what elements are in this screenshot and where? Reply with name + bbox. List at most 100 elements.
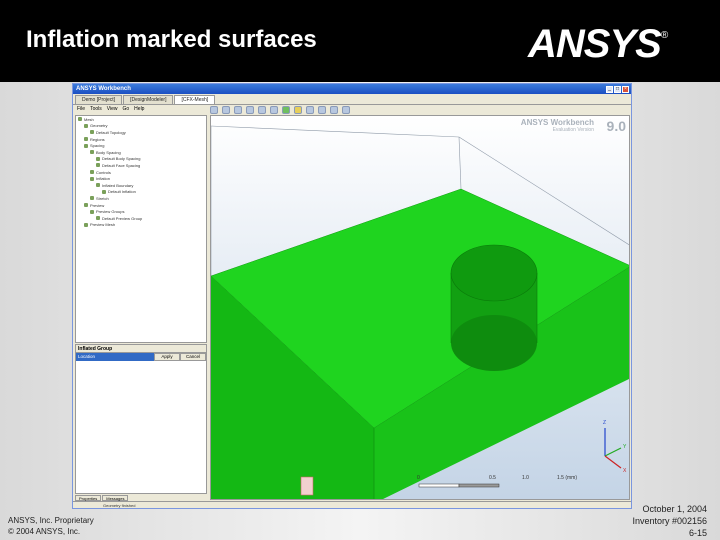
tree-item[interactable]: Default Inflation (76, 189, 206, 196)
scale-label: 0.5 (489, 475, 496, 481)
details-title: Inflated Group (76, 345, 206, 353)
tree-item[interactable]: Geometry (76, 123, 206, 130)
zoom-icon[interactable] (246, 106, 254, 114)
controls-icon (90, 170, 94, 175)
topology-icon (90, 130, 94, 135)
proprietary-note: ANSYS, Inc. Proprietary (8, 516, 94, 525)
window-controls: _ □ × (606, 85, 631, 93)
tree-item[interactable]: Mesh (76, 116, 206, 123)
window-title: ANSYS Workbench (76, 86, 131, 92)
cancel-button[interactable]: Cancel (180, 353, 206, 361)
tree-item[interactable]: Default Preview Group (76, 215, 206, 222)
footer-right: October 1, 2004 Inventory #002156 6-15 (632, 503, 707, 539)
edge-select-icon[interactable] (330, 106, 338, 114)
spacing-icon (84, 143, 88, 148)
tab-designmodeler[interactable]: [DesignModeler] (123, 95, 174, 104)
preview-groups-icon (90, 209, 94, 214)
tree-item[interactable]: Preview (76, 202, 206, 209)
details-row: Location Apply Cancel (76, 353, 206, 361)
graphics-viewport[interactable]: ANSYS Workbench Evaluation Version 9.0 0… (210, 115, 630, 500)
body-spacing-icon (96, 156, 100, 161)
workbench-window: ANSYS Workbench _ □ × Demo [Project] [De… (72, 83, 632, 509)
preview-group-icon (96, 216, 100, 221)
face-spacing-icon (96, 163, 100, 168)
tab-project[interactable]: Demo [Project] (75, 95, 123, 104)
axis-label-x: X (623, 468, 627, 474)
watermark-edition: Evaluation Version (552, 127, 594, 133)
body-spacing-icon (90, 150, 94, 155)
minimize-button[interactable]: _ (606, 85, 613, 93)
scale-label: 1.5 (mm) (557, 475, 577, 481)
menu-go[interactable]: Go (123, 105, 130, 114)
rotate-icon[interactable] (222, 106, 230, 114)
copyright-note: © 2004 ANSYS, Inc. (8, 527, 81, 536)
slide-title: Inflation marked surfaces (26, 26, 317, 53)
inflation-icon (102, 189, 106, 194)
slide-header: Inflation marked surfaces ANSYS® (0, 0, 720, 82)
select-icon[interactable] (210, 106, 218, 114)
fit-icon[interactable] (270, 106, 278, 114)
footer-left: ANSYS, Inc. Proprietary © 2004 ANSYS, In… (8, 515, 94, 537)
tree-item[interactable]: Default Face Spacing (76, 162, 206, 169)
logo-registered-mark: ® (660, 30, 669, 41)
tree-item[interactable]: Preview Groups (76, 208, 206, 215)
footer-date: October 1, 2004 (642, 504, 707, 514)
menu-tools[interactable]: Tools (90, 105, 102, 114)
inflation-icon (90, 176, 94, 181)
tab-cfx-mesh[interactable]: [CFX-Mesh] (174, 95, 216, 104)
generate-mesh-icon[interactable] (282, 106, 290, 114)
tree-item[interactable]: Stretch (76, 195, 206, 202)
footer-page-number: 6-15 (688, 528, 707, 538)
axis-label-y: Y (623, 444, 627, 450)
tree-item[interactable]: Controls (76, 169, 206, 176)
tree-item[interactable]: Inflation (76, 175, 206, 182)
geometry-icon (84, 123, 88, 128)
menu-view[interactable]: View (107, 105, 118, 114)
ansys-logo: ANSYS® (528, 24, 688, 64)
logo-text: ANSYS (528, 22, 662, 66)
inflated-boundary-icon (96, 183, 100, 188)
menu-file[interactable]: File (77, 105, 85, 114)
tree-item[interactable]: Inflated Boundary (76, 182, 206, 189)
tree-item[interactable]: Body Spacing (76, 149, 206, 156)
close-button[interactable]: × (622, 85, 629, 93)
pan-icon[interactable] (234, 106, 242, 114)
product-watermark: ANSYS Workbench Evaluation Version 9.0 (520, 118, 626, 134)
model-tree: Mesh Geometry Default Topology Regions S… (75, 115, 207, 343)
vertex-select-icon[interactable] (342, 106, 350, 114)
tree-item[interactable]: Default Topology (76, 129, 206, 136)
model-view: 0 0.5 1.0 1.5 (mm) Z Y X (211, 125, 629, 499)
maximize-button[interactable]: □ (614, 85, 621, 93)
scale-label: 1.0 (522, 475, 529, 481)
window-titlebar: ANSYS Workbench _ □ × (73, 84, 631, 94)
watermark-product: ANSYS Workbench (520, 118, 594, 127)
tree-item[interactable]: Spacing (76, 142, 206, 149)
preview-icon[interactable] (294, 106, 302, 114)
status-bar: Geometry finished (73, 501, 631, 508)
axis-label-z: Z (603, 420, 606, 426)
preview-icon (84, 203, 88, 208)
selection-marker (300, 476, 314, 496)
body-select-icon[interactable] (318, 106, 326, 114)
zoom-box-icon[interactable] (258, 106, 266, 114)
location-field[interactable]: Location (76, 353, 154, 361)
scale-bar: 0 0.5 1.0 1.5 (mm) (417, 475, 577, 488)
cylinder-bottom (451, 315, 537, 371)
tree-item[interactable]: Preview Mesh (76, 222, 206, 229)
face-select-icon[interactable] (306, 106, 314, 114)
preview-mesh-icon (84, 222, 88, 227)
tree-item[interactable]: Default Body Spacing (76, 156, 206, 163)
cylinder-top (450, 244, 538, 302)
regions-icon (84, 137, 88, 142)
footer-inventory: Inventory #002156 (632, 516, 707, 526)
stretch-icon (90, 196, 94, 201)
mesh-icon (78, 117, 82, 122)
tree-item[interactable]: Regions (76, 136, 206, 143)
cylinder (450, 244, 538, 371)
axis-triad: Z Y X (603, 420, 627, 474)
scale-label: 0 (417, 475, 420, 481)
details-panel: Inflated Group Location Apply Cancel (75, 344, 207, 494)
apply-button[interactable]: Apply (154, 353, 180, 361)
menu-help[interactable]: Help (134, 105, 144, 114)
watermark-version: 9.0 (606, 118, 626, 134)
